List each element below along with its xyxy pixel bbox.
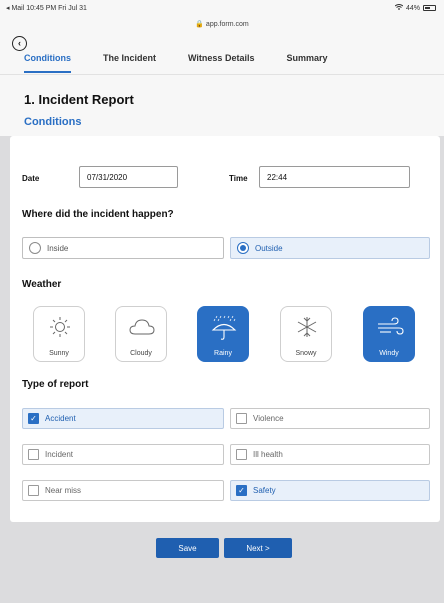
back-button[interactable]: ‹ [12, 36, 27, 51]
checkbox-safety-label: Safety [253, 486, 276, 495]
chevron-left-icon: ‹ [18, 38, 21, 48]
checkbox-accident-label: Accident [45, 414, 76, 423]
cloud-icon [129, 319, 155, 335]
checkbox-violence-label: Violence [253, 414, 284, 423]
checkbox-safety[interactable]: ✓ Safety [230, 480, 430, 501]
battery-icon [423, 5, 436, 11]
next-button[interactable]: Next > [224, 538, 292, 558]
weather-snowy[interactable]: Snowy [280, 306, 332, 362]
weather-rainy[interactable]: Rainy [197, 306, 249, 362]
page-title: 1. Incident Report [24, 92, 134, 107]
weather-sunny-label: Sunny [49, 350, 69, 357]
save-button[interactable]: Save [156, 538, 219, 558]
radio-inside-label: Inside [47, 243, 69, 253]
battery-percent: 44% [405, 4, 420, 12]
form-card: Date 07/31/2020 Time 22:44 Where did the… [10, 136, 440, 522]
wind-icon [378, 317, 404, 335]
weather-sunny[interactable]: Sunny [33, 306, 85, 362]
tab-conditions[interactable]: Conditions [24, 53, 71, 73]
radio-circle [237, 242, 249, 254]
weather-cloudy[interactable]: Cloudy [115, 306, 167, 362]
checkbox-near-miss[interactable]: Near miss [22, 480, 224, 501]
status-bar: ◂ Mail 10:45 PM Fri Jul 31 44% [0, 0, 444, 16]
check-icon: ✓ [236, 485, 247, 496]
status-left: ◂ Mail 10:45 PM Fri Jul 31 [6, 5, 87, 12]
url-bar[interactable]: 🔒 app.form.com [0, 16, 444, 30]
checkbox-square-icon [236, 413, 247, 424]
radio-outside-label: Outside [255, 243, 283, 253]
weather-label: Weather [22, 279, 62, 290]
date-field[interactable]: 07/31/2020 [79, 166, 178, 188]
snowflake-icon [297, 317, 317, 337]
checkbox-accident[interactable]: ✓ Accident [22, 408, 224, 429]
checkbox-square-icon [28, 449, 39, 460]
weather-windy[interactable]: Windy [363, 306, 415, 362]
status-right: 44% [394, 4, 436, 12]
report-type-label: Type of report [22, 379, 89, 390]
time-label: Time [229, 174, 248, 183]
wifi-icon [394, 4, 404, 12]
umbrella-rain-icon [211, 315, 237, 340]
weather-windy-label: Windy [379, 350, 399, 357]
tab-divider [0, 74, 444, 75]
check-icon: ✓ [28, 413, 39, 424]
weather-rainy-label: Rainy [214, 350, 232, 357]
checkbox-ill-health[interactable]: Ill health [230, 444, 430, 465]
weather-cloudy-label: Cloudy [130, 350, 152, 357]
sun-icon [50, 317, 70, 337]
tab-witness-details[interactable]: Witness Details [188, 53, 254, 73]
checkbox-incident-label: Incident [45, 450, 74, 459]
checkbox-square-icon [236, 449, 247, 460]
checkbox-incident[interactable]: Incident [22, 444, 224, 465]
section-title: Conditions [24, 116, 82, 128]
checkbox-near-miss-label: Near miss [45, 486, 82, 495]
tab-summary[interactable]: Summary [286, 53, 327, 73]
radio-outside[interactable]: Outside [230, 237, 430, 259]
checkbox-square-icon [28, 485, 39, 496]
time-field[interactable]: 22:44 [259, 166, 410, 188]
weather-snowy-label: Snowy [295, 350, 317, 357]
header-area: 🔒 app.form.com ‹ Conditions The Incident… [0, 16, 444, 136]
tab-the-incident[interactable]: The Incident [103, 53, 156, 73]
radio-circle [29, 242, 41, 254]
location-question: Where did the incident happen? [22, 209, 174, 220]
tab-bar: Conditions The Incident Witness Details … [24, 53, 360, 73]
date-label: Date [22, 174, 40, 183]
checkbox-violence[interactable]: Violence [230, 408, 430, 429]
checkbox-ill-health-label: Ill health [253, 450, 283, 459]
radio-inside[interactable]: Inside [22, 237, 224, 259]
